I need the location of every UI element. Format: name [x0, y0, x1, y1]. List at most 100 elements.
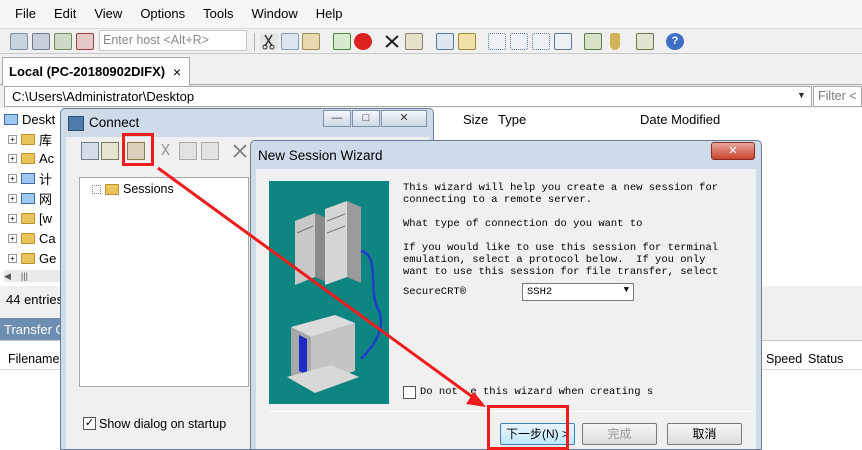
computer-icon	[21, 172, 35, 184]
dont-use-wizard-checkbox[interactable]	[403, 386, 416, 399]
delete-icon[interactable]	[383, 33, 401, 50]
tree-item[interactable]: + Ge	[8, 249, 56, 267]
folder-icon	[105, 183, 119, 195]
folder-up-icon[interactable]	[458, 33, 476, 50]
menu-help[interactable]: Help	[307, 0, 352, 28]
tree-connector	[92, 184, 101, 194]
column-type[interactable]: Type	[498, 112, 526, 127]
expand-icon[interactable]: +	[8, 253, 17, 263]
sessions-folder[interactable]: Sessions	[92, 182, 174, 196]
help-icon[interactable]: ?	[666, 33, 684, 50]
tree-item[interactable]: + Ca	[8, 229, 56, 247]
delete-icon[interactable]	[231, 142, 249, 160]
quick-connect-icon[interactable]	[32, 33, 50, 50]
user-folder-icon	[21, 152, 35, 164]
show-dialog-checkbox[interactable]: ✓	[83, 417, 96, 430]
tree-item[interactable]: + 网	[8, 189, 52, 207]
stop-icon[interactable]	[354, 33, 372, 50]
maximize-button[interactable]: □	[352, 110, 380, 127]
paste-icon[interactable]	[201, 142, 219, 160]
desktop-icon	[4, 113, 18, 125]
expand-icon[interactable]: +	[8, 213, 17, 223]
session-manager-icon[interactable]	[636, 33, 654, 50]
tab-local-label: Local (PC-20180902DIFX)	[9, 64, 166, 79]
reconnect-icon[interactable]	[54, 33, 72, 50]
list-icon[interactable]	[532, 33, 550, 50]
host-input[interactable]: Enter host <Alt+R>	[99, 30, 247, 51]
folder-icon	[21, 212, 35, 224]
close-button[interactable]: ✕	[381, 110, 427, 127]
cancel-button[interactable]: 取消	[667, 423, 742, 445]
tree-item-label: Deskt	[22, 111, 56, 127]
connect-icon[interactable]	[10, 33, 28, 50]
menu-file[interactable]: File	[6, 0, 45, 28]
menu-bar: File Edit View Options Tools Window Help	[0, 0, 862, 28]
tree-item-label: 库	[39, 132, 53, 148]
tree-item-desktop[interactable]: Deskt	[4, 110, 55, 128]
network-icon	[21, 192, 35, 204]
tree-item[interactable]: + 计	[8, 169, 52, 187]
expand-icon[interactable]: +	[8, 233, 17, 243]
tree-item[interactable]: + [w	[8, 209, 52, 227]
protocol-label: SecureCRT®	[403, 286, 467, 298]
small-icons-icon[interactable]	[510, 33, 528, 50]
expand-icon[interactable]: +	[8, 173, 17, 183]
show-dialog-label: Show dialog on startup	[99, 417, 227, 431]
cut-icon[interactable]	[260, 33, 278, 50]
tree-item[interactable]: + Ac	[8, 149, 54, 167]
options-icon[interactable]	[584, 33, 602, 50]
copy-icon[interactable]	[281, 33, 299, 50]
folder-icon	[21, 232, 35, 244]
sessions-label: Sessions	[123, 182, 174, 196]
key-icon[interactable]	[610, 33, 620, 50]
disconnect-icon[interactable]	[76, 33, 94, 50]
expand-icon[interactable]: +	[8, 134, 17, 144]
filter-input[interactable]: Filter <	[813, 86, 862, 107]
column-speed[interactable]: Speed	[766, 352, 802, 366]
workstation-icon	[287, 315, 359, 393]
details-icon[interactable]	[554, 33, 572, 50]
tree-item-label: Ge	[39, 250, 57, 266]
expand-icon[interactable]: +	[8, 153, 17, 163]
tree-item[interactable]: + 库	[8, 130, 52, 148]
paste-icon[interactable]	[302, 33, 320, 50]
securefx-icon	[68, 116, 84, 131]
tab-local[interactable]: Local (PC-20180902DIFX) ×	[2, 57, 190, 86]
session-tree: Sessions	[79, 177, 249, 387]
dont-use-wizard-label: Do not e this wizard when creating s	[420, 386, 654, 398]
quick-connect-icon[interactable]	[81, 142, 99, 160]
refresh-icon[interactable]	[333, 33, 351, 50]
menu-view[interactable]: View	[85, 0, 131, 28]
entries-count: 44 entries	[6, 292, 64, 307]
tab-close-icon[interactable]: ×	[173, 64, 181, 80]
connect-dialog-title: Connect	[89, 115, 140, 130]
menu-tools[interactable]: Tools	[194, 0, 242, 28]
local-tree: Deskt + 库 + Ac + 计 + 网 + [w + Ca + Ge	[0, 108, 62, 286]
menu-window[interactable]: Window	[242, 0, 306, 28]
menu-edit[interactable]: Edit	[45, 0, 85, 28]
connect-sessions-icon[interactable]	[101, 142, 119, 160]
chevron-down-icon: ▼	[623, 285, 629, 295]
toolbar-separator	[254, 33, 255, 51]
column-filename[interactable]: Filename	[8, 352, 59, 366]
column-status[interactable]: Status	[808, 352, 843, 366]
menu-options[interactable]: Options	[131, 0, 194, 28]
properties-icon[interactable]	[405, 33, 423, 50]
folder-icon	[21, 252, 35, 264]
minimize-button[interactable]: —	[323, 110, 351, 127]
protocol-value: SSH2	[527, 286, 553, 298]
wizard-close-button[interactable]: ✕	[711, 142, 755, 160]
cut-icon[interactable]	[157, 142, 175, 160]
expand-icon[interactable]: +	[8, 193, 17, 203]
column-size[interactable]: Size	[463, 112, 488, 127]
protocol-select[interactable]: SSH2 ▼	[522, 283, 634, 301]
finish-button[interactable]: 完成	[582, 423, 657, 445]
tree-horizontal-scrollbar[interactable]: ◀ |||	[4, 270, 62, 282]
copy-icon[interactable]	[179, 142, 197, 160]
wizard-title: New Session Wizard	[258, 148, 383, 163]
path-dropdown-icon[interactable]: ▼	[797, 90, 806, 100]
column-date-modified[interactable]: Date Modified	[640, 112, 720, 127]
path-input[interactable]: C:\Users\Administrator\Desktop	[4, 86, 812, 107]
large-icons-icon[interactable]	[488, 33, 506, 50]
view-icon[interactable]	[436, 33, 454, 50]
